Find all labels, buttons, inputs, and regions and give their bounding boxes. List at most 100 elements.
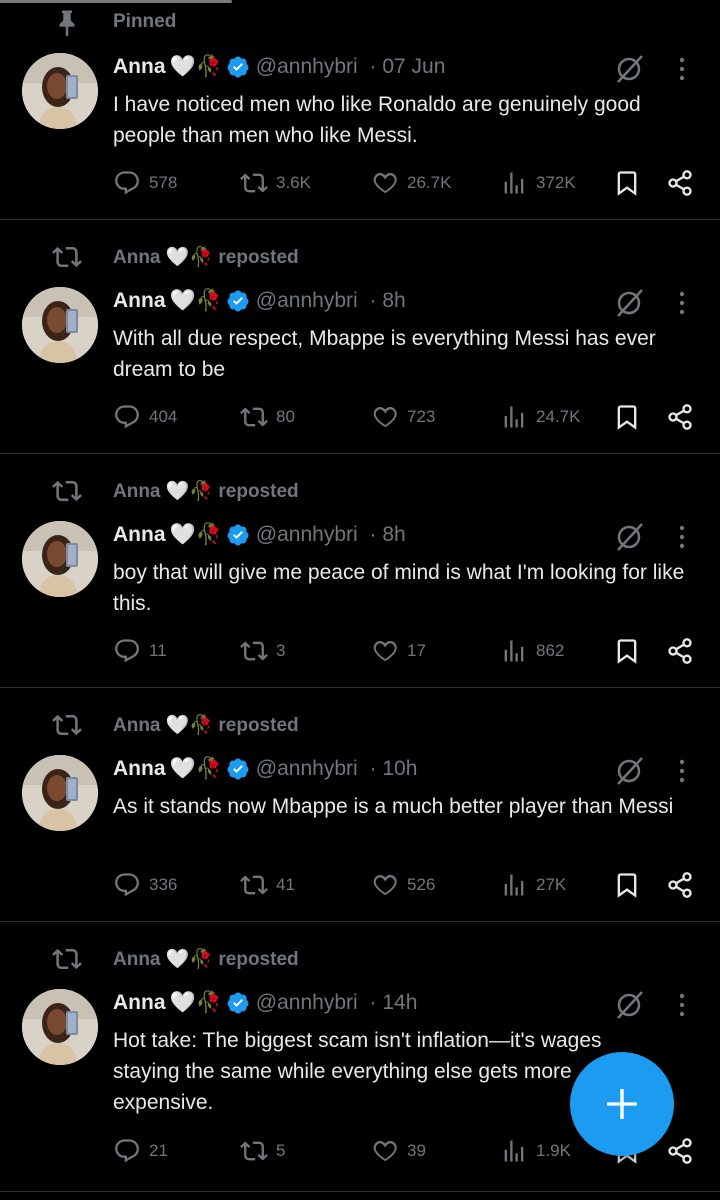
verified-badge-icon: [226, 55, 250, 79]
more-options-icon[interactable]: [670, 52, 694, 86]
tweet[interactable]: Anna 🤍🥀 reposted Anna 🤍🥀 @annhybri · 8h Wi…: [0, 242, 720, 454]
likes-count: 17: [407, 641, 426, 660]
author-handle[interactable]: @annhybri: [256, 757, 358, 780]
action-bar: 336 41 526 27K: [113, 868, 703, 902]
context-label: Anna 🤍🥀 reposted: [113, 247, 299, 268]
heart-icon: [371, 169, 407, 197]
repost-context: Anna 🤍🥀 reposted: [0, 944, 720, 974]
like-button[interactable]: 39: [371, 1134, 426, 1168]
bookmark-icon: [613, 403, 641, 431]
like-button[interactable]: 26.7K: [371, 166, 451, 200]
repost-context: Anna 🤍🥀 reposted: [0, 710, 720, 740]
reply-icon: [113, 169, 149, 197]
grok-icon[interactable]: [612, 286, 646, 320]
bookmark-button[interactable]: [613, 868, 641, 902]
name-emoji: 🤍🥀: [169, 55, 222, 79]
author-handle[interactable]: @annhybri: [256, 991, 358, 1014]
reply-button[interactable]: 21: [113, 1134, 168, 1168]
tweet-time[interactable]: 8h: [382, 289, 405, 312]
share-button[interactable]: [666, 1134, 694, 1168]
author-name[interactable]: Anna: [113, 757, 166, 780]
author-name[interactable]: Anna: [113, 991, 166, 1014]
share-icon: [666, 1137, 694, 1165]
likes-count: 39: [407, 1141, 426, 1160]
like-button[interactable]: 17: [371, 634, 426, 668]
replies-count: 11: [149, 641, 167, 660]
context-label: Anna 🤍🥀 reposted: [113, 481, 299, 502]
avatar[interactable]: [22, 53, 98, 129]
tweet-time[interactable]: 07 Jun: [382, 55, 445, 78]
views-button[interactable]: 862: [500, 634, 564, 668]
reply-button[interactable]: 404: [113, 400, 177, 434]
repost-button[interactable]: 5: [240, 1134, 285, 1168]
share-button[interactable]: [666, 400, 694, 434]
reply-button[interactable]: 336: [113, 868, 177, 902]
views-icon: [500, 637, 536, 665]
repost-button[interactable]: 80: [240, 400, 295, 434]
scroll-progress-bar: [0, 0, 232, 3]
compose-button[interactable]: [570, 1052, 674, 1156]
reply-button[interactable]: 578: [113, 166, 177, 200]
tweet-time[interactable]: 14h: [382, 991, 417, 1014]
views-button[interactable]: 27K: [500, 868, 566, 902]
grok-icon[interactable]: [612, 520, 646, 554]
repost-button[interactable]: 3: [240, 634, 285, 668]
tweet-time[interactable]: 10h: [382, 757, 417, 780]
author-handle[interactable]: @annhybri: [256, 289, 358, 312]
more-options-icon[interactable]: [670, 754, 694, 788]
reply-icon: [113, 403, 149, 431]
views-icon: [500, 871, 536, 899]
bookmark-button[interactable]: [613, 634, 641, 668]
tweet-text: As it stands now Mbappe is a much better…: [113, 795, 674, 818]
tweet[interactable]: Pinned Anna 🤍🥀 @annhybri · 07 Jun I have n…: [0, 8, 720, 220]
name-emoji: 🤍🥀: [169, 757, 222, 781]
grok-icon[interactable]: [612, 52, 646, 86]
author-name[interactable]: Anna: [113, 289, 166, 312]
author-name[interactable]: Anna: [113, 523, 166, 546]
heart-icon: [371, 1137, 407, 1165]
more-options-icon[interactable]: [670, 286, 694, 320]
share-button[interactable]: [666, 634, 694, 668]
repost-icon: [240, 1137, 276, 1165]
share-button[interactable]: [666, 166, 694, 200]
grok-icon[interactable]: [612, 988, 646, 1022]
like-button[interactable]: 723: [371, 400, 435, 434]
views-count: 27K: [536, 875, 567, 894]
reply-button[interactable]: 11: [113, 634, 167, 668]
avatar[interactable]: [22, 755, 98, 831]
bookmark-button[interactable]: [613, 400, 641, 434]
views-count: 862: [536, 641, 565, 660]
repost-icon: [240, 169, 276, 197]
tweet-time[interactable]: 8h: [382, 523, 405, 546]
avatar[interactable]: [22, 287, 98, 363]
views-button[interactable]: 372K: [500, 166, 576, 200]
repost-button[interactable]: 3.6K: [240, 166, 311, 200]
more-options-icon[interactable]: [670, 988, 694, 1022]
action-bar: 404 80 723 24.7K: [113, 400, 703, 434]
views-button[interactable]: 24.7K: [500, 400, 580, 434]
author-name[interactable]: Anna: [113, 55, 166, 78]
tweet[interactable]: Anna 🤍🥀 reposted Anna 🤍🥀 @annhybri · 10h A…: [0, 710, 720, 922]
avatar[interactable]: [22, 989, 98, 1065]
reposts-count: 3: [276, 641, 286, 660]
likes-count: 723: [407, 407, 436, 426]
avatar[interactable]: [22, 521, 98, 597]
tweet[interactable]: Anna 🤍🥀 reposted Anna 🤍🥀 @annhybri · 8h bo…: [0, 476, 720, 688]
name-emoji: 🤍🥀: [169, 523, 222, 547]
views-icon: [500, 169, 536, 197]
author-handle[interactable]: @annhybri: [256, 55, 358, 78]
tweet-header: Anna 🤍🥀 @annhybri · 8h: [113, 520, 673, 550]
more-options-icon[interactable]: [670, 520, 694, 554]
like-button[interactable]: 526: [371, 868, 435, 902]
views-button[interactable]: 1.9K: [500, 1134, 571, 1168]
repost-icon: [52, 944, 92, 974]
views-count: 24.7K: [536, 407, 581, 426]
grok-icon[interactable]: [612, 754, 646, 788]
share-button[interactable]: [666, 868, 694, 902]
bookmark-button[interactable]: [613, 166, 641, 200]
heart-icon: [371, 637, 407, 665]
author-handle[interactable]: @annhybri: [256, 523, 358, 546]
reposts-count: 3.6K: [276, 173, 311, 192]
verified-badge-icon: [226, 757, 250, 781]
repost-button[interactable]: 41: [240, 868, 295, 902]
